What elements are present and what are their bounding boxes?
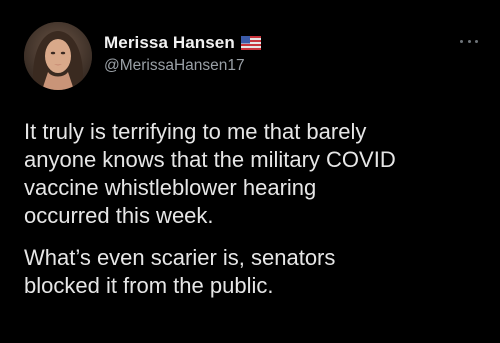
tweet-text: It truly is terrifying to me that barely…: [24, 118, 484, 314]
us-flag-icon: [240, 36, 261, 50]
tweet-paragraph-2: What’s even scarier is, senators blocked…: [24, 245, 336, 298]
avatar[interactable]: [24, 22, 92, 90]
avatar-photo: [24, 22, 92, 90]
name-row: Merissa Hansen: [104, 32, 261, 54]
more-options-icon[interactable]: [460, 38, 478, 44]
tweet-card: Merissa Hansen @MerissaHansen17 It truly…: [0, 0, 500, 343]
tweet-paragraph-1: It truly is terrifying to me that barely…: [24, 119, 396, 228]
tweet-header: Merissa Hansen @MerissaHansen17: [104, 32, 261, 75]
user-handle[interactable]: @MerissaHansen17: [104, 57, 261, 75]
display-name[interactable]: Merissa Hansen: [104, 33, 235, 53]
